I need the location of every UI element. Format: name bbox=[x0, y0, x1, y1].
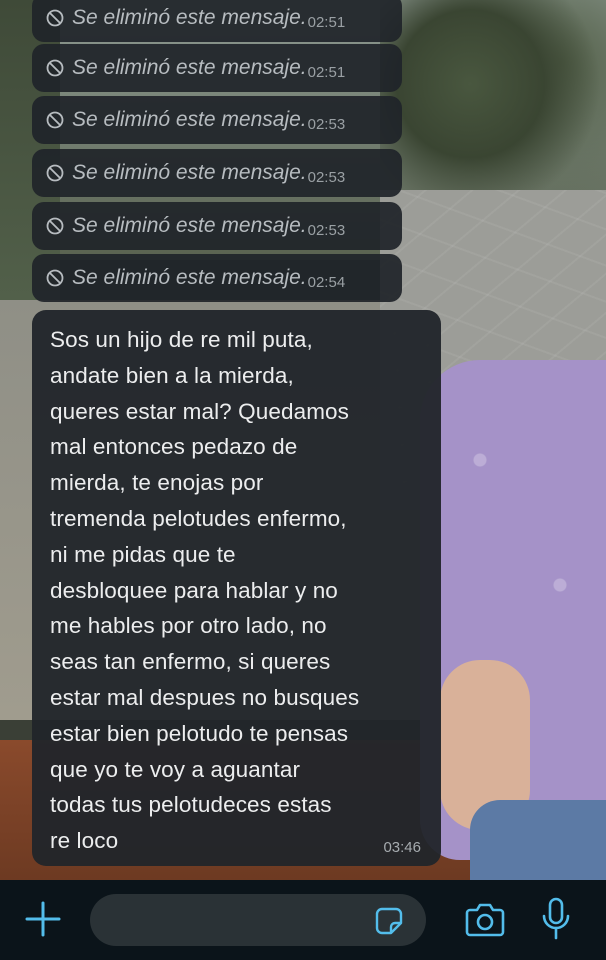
message-field[interactable] bbox=[90, 894, 426, 946]
chat-area: Se eliminó este mensaje. 02:51 Se elimin… bbox=[0, 0, 606, 960]
mic-icon[interactable] bbox=[540, 896, 572, 942]
deleted-message-text: Se eliminó este mensaje. bbox=[72, 108, 307, 131]
deleted-ban-icon bbox=[46, 269, 64, 287]
deleted-message[interactable]: Se eliminó este mensaje. 02:53 bbox=[32, 149, 402, 197]
camera-icon[interactable] bbox=[464, 900, 506, 940]
deleted-message[interactable]: Se eliminó este mensaje. 02:54 bbox=[32, 254, 402, 302]
message-time: 02:51 bbox=[307, 63, 346, 81]
message-time: 02:51 bbox=[307, 13, 346, 31]
deleted-message[interactable]: Se eliminó este mensaje. 02:53 bbox=[32, 96, 402, 144]
deleted-message-text: Se eliminó este mensaje. bbox=[72, 266, 307, 289]
message-time: 02:54 bbox=[307, 273, 346, 291]
incoming-message-bubble[interactable]: Sos un hijo de re mil puta, andate bien … bbox=[32, 310, 441, 866]
message-text: Sos un hijo de re mil puta, andate bien … bbox=[50, 327, 360, 854]
deleted-ban-icon bbox=[46, 9, 64, 27]
deleted-message-text: Se eliminó este mensaje. bbox=[72, 161, 307, 184]
deleted-ban-icon bbox=[46, 111, 64, 129]
deleted-ban-icon bbox=[46, 217, 64, 235]
deleted-message-text: Se eliminó este mensaje. bbox=[72, 6, 307, 29]
message-time: 02:53 bbox=[307, 221, 346, 239]
message-time: 03:46 bbox=[383, 839, 421, 856]
deleted-ban-icon bbox=[46, 164, 64, 182]
message-time: 02:53 bbox=[307, 115, 346, 133]
deleted-ban-icon bbox=[46, 59, 64, 77]
deleted-message-text: Se eliminó este mensaje. bbox=[72, 56, 307, 79]
plus-icon[interactable] bbox=[22, 898, 64, 940]
message-input-bar bbox=[0, 880, 606, 960]
message-time: 02:53 bbox=[307, 168, 346, 186]
sticker-icon[interactable] bbox=[374, 906, 404, 936]
message-input[interactable] bbox=[108, 906, 362, 936]
deleted-message[interactable]: Se eliminó este mensaje. 02:51 bbox=[32, 0, 402, 42]
deleted-message[interactable]: Se eliminó este mensaje. 02:53 bbox=[32, 202, 402, 250]
deleted-message-text: Se eliminó este mensaje. bbox=[72, 214, 307, 237]
deleted-message[interactable]: Se eliminó este mensaje. 02:51 bbox=[32, 44, 402, 92]
